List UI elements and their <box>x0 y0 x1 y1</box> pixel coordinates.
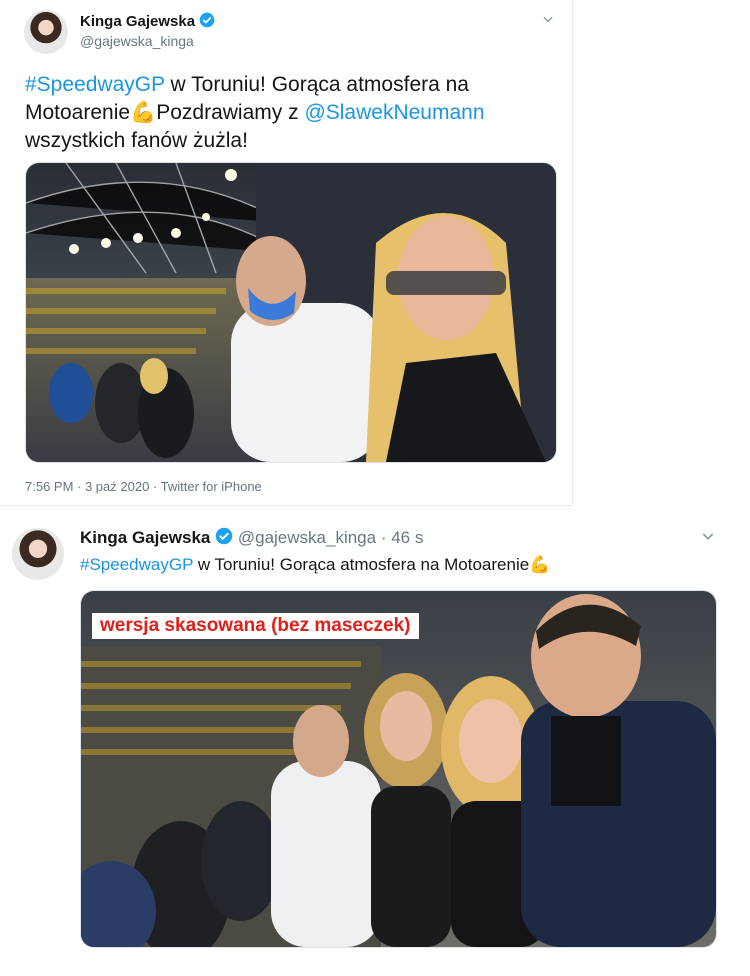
tweet2-header: Kinga Gajewska @gajewska_kinga · 46 s <box>80 527 423 550</box>
tweet-text: w Toruniu! Gorąca atmosfera na <box>164 73 469 96</box>
tweet-text: wszystkich fanów żużla! <box>25 129 248 152</box>
tweet-time[interactable]: · 46 s <box>381 528 424 547</box>
verified-badge-icon <box>199 12 215 32</box>
verified-badge-icon <box>215 527 233 550</box>
chevron-down-icon[interactable] <box>541 10 555 31</box>
author-name[interactable]: Kinga Gajewska <box>80 13 195 30</box>
tweet1-timestamp[interactable]: 7:56 PM · 3 paź 2020 · Twitter for iPhon… <box>25 479 262 494</box>
tweet1-author: Kinga Gajewska <box>80 12 215 32</box>
hashtag-link[interactable]: #SpeedwayGP <box>25 73 165 96</box>
author-name[interactable]: Kinga Gajewska <box>80 528 210 547</box>
author-handle[interactable]: @gajewska_kinga <box>80 33 194 49</box>
vertical-divider <box>572 0 573 505</box>
tweet1-photo[interactable] <box>25 162 557 463</box>
stadium-group-selfie-image <box>81 591 716 947</box>
tweet2-photo[interactable]: wersja skasowana (bez maseczek) <box>80 590 717 948</box>
tweet-text: Pozdrawiamy z <box>156 101 305 124</box>
chevron-down-icon[interactable] <box>700 528 716 549</box>
avatar[interactable] <box>24 10 68 54</box>
muscle-emoji-icon: 💪 <box>130 101 157 124</box>
tweet1-text: #SpeedwayGP w Toruniu! Gorąca atmosfera … <box>25 71 555 155</box>
section-divider <box>0 505 573 506</box>
hashtag-link[interactable]: #SpeedwayGP <box>80 555 193 574</box>
avatar[interactable] <box>12 528 64 580</box>
deleted-version-label: wersja skasowana (bez maseczek) <box>92 613 419 639</box>
author-handle[interactable]: @gajewska_kinga <box>238 528 376 547</box>
muscle-emoji-icon: 💪 <box>529 555 551 574</box>
mention-link[interactable]: @SlawekNeumann <box>304 101 484 124</box>
tweet-text: Motoarenie <box>25 101 131 124</box>
overlay-label-text: wersja skasowana (bez maseczek) <box>100 615 411 636</box>
stadium-selfie-image <box>26 163 556 462</box>
tweet2-text: #SpeedwayGP w Toruniu! Gorąca atmosfera … <box>80 554 550 576</box>
tweet-text: w Toruniu! Gorąca atmosfera na Motoareni… <box>193 555 530 574</box>
